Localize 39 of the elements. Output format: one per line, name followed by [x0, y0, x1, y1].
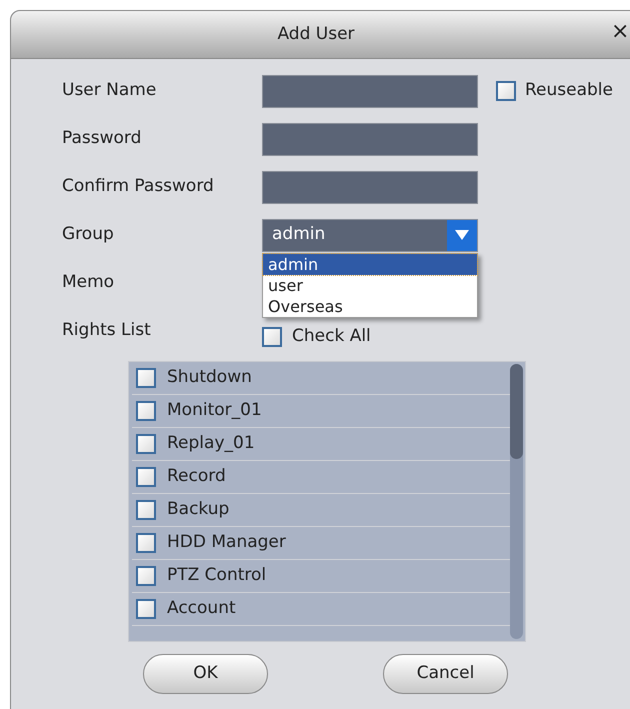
checkbox[interactable] — [136, 467, 156, 487]
right-label: Account — [167, 597, 236, 620]
field-label: Password — [62, 127, 142, 150]
input-field[interactable] — [262, 122, 478, 156]
right-label: PTZ Control — [167, 564, 266, 588]
right-label: Backup — [167, 498, 230, 522]
field-label: Group — [62, 223, 115, 246]
input-field[interactable] — [262, 74, 478, 108]
checkbox[interactable] — [136, 368, 156, 388]
group-dropdown[interactable]: admin — [262, 218, 478, 252]
right-label: Monitor_01 — [167, 399, 262, 422]
checkbox[interactable] — [136, 533, 156, 553]
check-all-checkbox[interactable] — [262, 327, 282, 347]
reuseable-label: Reuseable — [525, 79, 613, 102]
close-button[interactable]: × — [611, 21, 630, 43]
field-label: Memo — [62, 271, 116, 294]
field-label: User Name — [62, 79, 158, 102]
dropdown-option[interactable]: Overseas — [263, 296, 477, 316]
field-label: Confirm Password — [62, 175, 215, 198]
scrollbar[interactable] — [510, 364, 523, 639]
window-title: Add User — [276, 22, 356, 46]
checkbox[interactable] — [136, 566, 156, 586]
input-field[interactable] — [262, 170, 478, 204]
checkbox[interactable] — [136, 434, 156, 454]
checkbox[interactable] — [136, 599, 156, 619]
checkbox[interactable] — [136, 401, 156, 421]
right-label: Record — [167, 465, 226, 488]
check-all-label: Check All — [292, 325, 371, 348]
dialog-button[interactable]: OK — [143, 654, 268, 694]
reuseable-checkbox[interactable] — [496, 81, 516, 101]
right-label: Replay_01 — [167, 432, 255, 456]
dialog-button[interactable]: Cancel — [383, 654, 508, 694]
right-label: HDD Manager — [167, 531, 286, 554]
dropdown-option[interactable]: user — [263, 274, 477, 296]
right-label: Shutdown — [167, 366, 252, 390]
checkbox[interactable] — [136, 500, 156, 520]
scrollbar-thumb[interactable] — [510, 364, 523, 459]
dropdown-option[interactable]: admin — [263, 254, 477, 274]
field-label: Rights List — [62, 319, 152, 342]
